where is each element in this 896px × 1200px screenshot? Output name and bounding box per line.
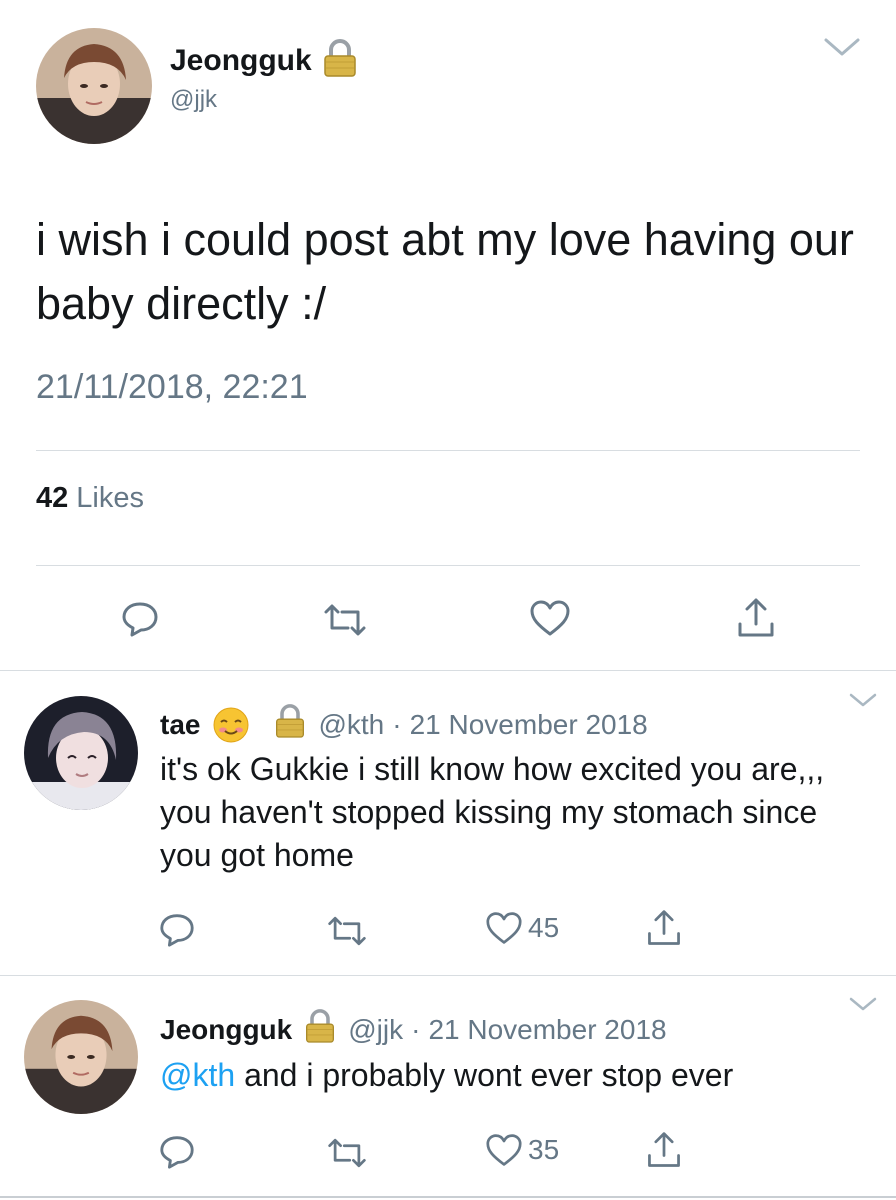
reply-icon[interactable] [158, 910, 196, 948]
likes-summary[interactable]: 42 Likes [36, 482, 144, 515]
like-icon[interactable] [484, 1132, 524, 1168]
retweet-icon[interactable] [326, 912, 368, 950]
reply-text: it's ok Gukkie i still know how excited … [160, 751, 825, 873]
lock-icon [274, 703, 306, 746]
timestamp: 21/11/2018, 22:21 [36, 368, 308, 406]
handle[interactable]: @kth [318, 709, 384, 741]
like-action[interactable]: 45 [484, 910, 559, 946]
reply-icon[interactable] [158, 1132, 196, 1170]
display-name[interactable]: Jeongguk [160, 1014, 292, 1046]
likes-label: Likes [76, 482, 144, 514]
avatar-jeongguk[interactable] [24, 1000, 138, 1114]
emoji-smiling-icon [212, 706, 250, 744]
divider [36, 450, 860, 451]
share-icon[interactable] [734, 596, 778, 640]
retweet-icon[interactable] [322, 600, 368, 640]
handle[interactable]: @jjk [348, 1014, 403, 1046]
reply-icon[interactable] [120, 598, 160, 638]
lock-icon [322, 38, 358, 83]
avatar-tae[interactable] [24, 696, 138, 810]
handle[interactable]: @jjk [170, 86, 217, 114]
likes-count: 42 [36, 482, 69, 514]
separator: · [392, 708, 402, 740]
chevron-down-icon[interactable] [822, 36, 862, 60]
share-icon[interactable] [644, 1130, 684, 1170]
chevron-down-icon[interactable] [848, 996, 878, 1014]
like-count: 35 [528, 1134, 560, 1165]
share-icon[interactable] [644, 908, 684, 948]
display-name[interactable]: tae [160, 709, 200, 741]
chevron-down-icon[interactable] [848, 692, 878, 710]
retweet-icon[interactable] [326, 1134, 368, 1172]
tweet-text: i wish i could post abt my love having o… [36, 214, 854, 329]
separator: · [411, 1013, 421, 1045]
avatar-jeongguk[interactable] [36, 28, 152, 144]
mention-link[interactable]: @kth [160, 1057, 235, 1093]
display-name[interactable]: Jeongguk [170, 44, 312, 78]
tweet-date[interactable]: 21 November 2018 [428, 1014, 666, 1046]
like-icon[interactable] [528, 598, 572, 638]
reply-body: and i probably wont ever stop ever [235, 1057, 734, 1093]
tweet-date[interactable]: 21 November 2018 [410, 709, 648, 741]
lock-icon [304, 1008, 336, 1051]
reply-text: @kth and i probably wont ever stop ever [160, 1054, 860, 1097]
divider [0, 1196, 896, 1198]
like-action[interactable]: 35 [484, 1132, 559, 1168]
like-icon[interactable] [484, 910, 524, 946]
divider [0, 670, 896, 671]
like-count: 45 [528, 912, 560, 943]
divider [36, 565, 860, 566]
divider [0, 975, 896, 976]
